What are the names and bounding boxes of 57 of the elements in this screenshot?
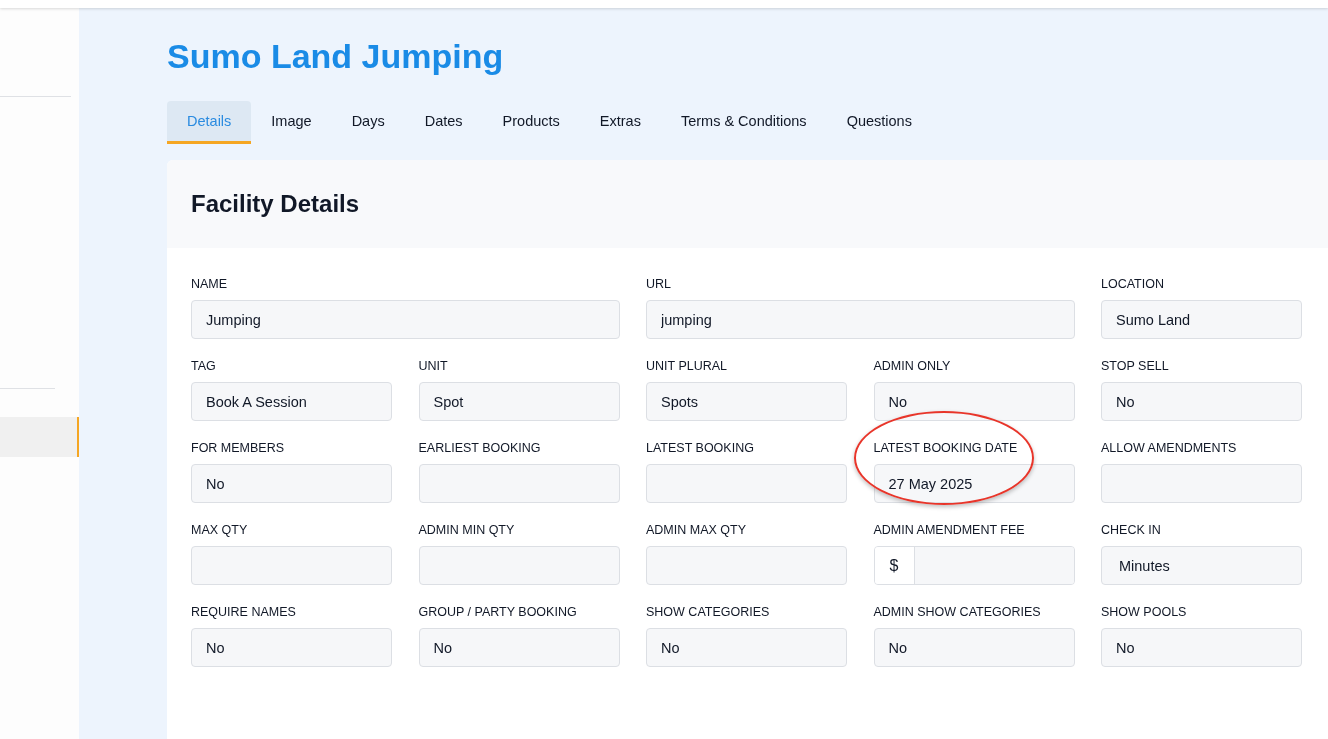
field-label: REQUIRE NAMES	[191, 605, 297, 620]
input-field[interactable]: No	[646, 628, 847, 667]
input-field[interactable]: Book A Session	[191, 382, 392, 421]
input-field[interactable]: No	[191, 628, 392, 667]
field-label: ADMIN MIN QTY	[418, 523, 516, 538]
field-label: STOP SELL	[1101, 359, 1170, 374]
tab[interactable]: Products	[482, 101, 580, 144]
field-label: ADMIN ONLY	[873, 359, 952, 374]
input-field[interactable]: jumping	[646, 300, 1075, 339]
tab[interactable]: Questions	[826, 101, 932, 144]
field-label: LATEST BOOKING	[646, 441, 755, 456]
tab[interactable]: Terms & Conditions	[660, 101, 827, 144]
input-field[interactable]: No	[873, 382, 1075, 421]
input-field[interactable]: Spots	[646, 382, 847, 421]
input-field[interactable]: No	[1101, 382, 1302, 421]
field-label: LATEST BOOKING DATE	[873, 441, 1019, 456]
input-field[interactable]	[418, 464, 620, 503]
input-field[interactable]: Jumping	[191, 300, 620, 339]
field-label: ADMIN MAX QTY	[646, 523, 747, 538]
input-field[interactable]	[418, 546, 620, 585]
field-label: ALLOW AMENDMENTS	[1101, 441, 1238, 456]
field-label: SHOW POOLS	[1101, 605, 1188, 620]
field-label: ADMIN AMENDMENT FEE	[873, 523, 1026, 538]
field-label: GROUP / PARTY BOOKING	[418, 605, 578, 620]
input-field[interactable]: Spot	[418, 382, 620, 421]
tab[interactable]: Image	[251, 101, 332, 144]
field-label: LOCATION	[1101, 277, 1165, 292]
input-field[interactable]	[191, 546, 392, 585]
input-field[interactable]: No	[873, 628, 1075, 667]
input-field[interactable]: No	[418, 628, 620, 667]
input-field[interactable]: 27 May 2025	[873, 464, 1075, 503]
field-label: MAX QTY	[191, 523, 249, 538]
input-field[interactable]	[1101, 464, 1302, 503]
field-label: UNIT PLURAL	[646, 359, 729, 374]
field-label: NAME	[191, 277, 229, 292]
field-label: UNIT	[418, 359, 449, 374]
field-label: EARLIEST BOOKING	[418, 441, 542, 456]
tab[interactable]: Days	[331, 101, 405, 144]
currency-field[interactable]: $	[873, 546, 1075, 585]
select-field[interactable]: Minutes	[1101, 546, 1302, 585]
tab[interactable]: Extras	[579, 101, 661, 144]
input-field[interactable]: No	[1101, 628, 1302, 667]
field-label: ADMIN SHOW CATEGORIES	[873, 605, 1042, 620]
currency-prefix: $	[874, 547, 915, 584]
field-label: SHOW CATEGORIES	[646, 605, 771, 620]
field-label: URL	[646, 277, 672, 292]
field-label: CHECK IN	[1101, 523, 1162, 538]
input-field[interactable]: Sumo Land	[1101, 300, 1302, 339]
input-field[interactable]: No	[191, 464, 392, 503]
field-label: TAG	[191, 359, 217, 374]
section-heading: Facility Details	[191, 190, 360, 218]
tab[interactable]: Dates	[404, 101, 483, 144]
sidebar-item[interactable]	[0, 417, 79, 457]
input-field[interactable]	[646, 546, 847, 585]
input-field[interactable]	[646, 464, 847, 503]
page-title: Sumo Land Jumping	[167, 36, 505, 76]
field-label: FOR MEMBERS	[191, 441, 286, 456]
